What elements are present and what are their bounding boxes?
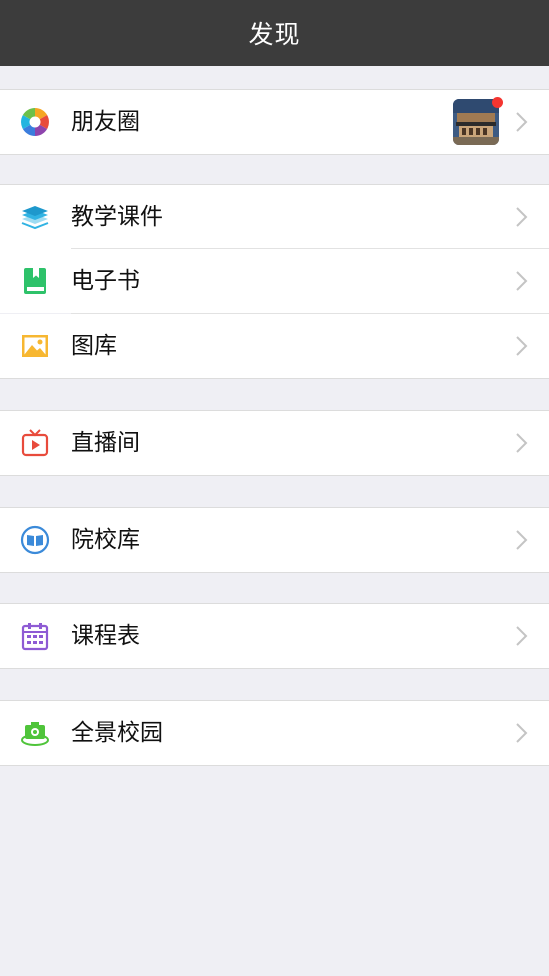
courseware-icon <box>20 202 50 232</box>
menu-label: 朋友圈 <box>71 109 140 135</box>
menu-item-live[interactable]: 直播间 <box>0 410 549 476</box>
menu-item-moments[interactable]: 朋友圈 <box>0 89 549 155</box>
chevron-right-icon <box>515 270 529 292</box>
chevron-right-icon <box>515 206 529 228</box>
menu-label: 课程表 <box>71 623 140 649</box>
nav-bar: 发现 <box>0 0 549 66</box>
calendar-icon <box>20 621 50 651</box>
chevron-right-icon <box>515 529 529 551</box>
menu-item-gallery[interactable]: 图库 <box>0 314 549 379</box>
page-title: 发现 <box>248 20 301 49</box>
panorama-camera-icon <box>20 718 50 748</box>
menu-item-panorama-campus[interactable]: 全景校园 <box>0 700 549 766</box>
chevron-right-icon <box>515 111 529 133</box>
school-library-icon <box>20 525 50 555</box>
menu-label: 全景校园 <box>71 720 163 746</box>
menu-item-courseware[interactable]: 教学课件 <box>0 184 549 249</box>
ebook-icon <box>20 266 50 296</box>
moments-icon <box>20 107 50 137</box>
moments-thumbnail <box>453 99 499 145</box>
chevron-right-icon <box>515 722 529 744</box>
menu-label: 教学课件 <box>71 204 163 230</box>
menu-label: 电子书 <box>71 268 140 294</box>
menu-item-school-library[interactable]: 院校库 <box>0 507 549 573</box>
chevron-right-icon <box>515 335 529 357</box>
menu-label: 图库 <box>71 333 117 359</box>
chevron-right-icon <box>515 625 529 647</box>
notification-dot <box>492 97 503 108</box>
menu-label: 院校库 <box>71 527 140 553</box>
menu-item-ebook[interactable]: 电子书 <box>0 249 549 313</box>
menu-label: 直播间 <box>71 430 140 456</box>
gallery-icon <box>20 331 50 361</box>
live-tv-icon <box>20 428 50 458</box>
menu-item-timetable[interactable]: 课程表 <box>0 603 549 669</box>
chevron-right-icon <box>515 432 529 454</box>
